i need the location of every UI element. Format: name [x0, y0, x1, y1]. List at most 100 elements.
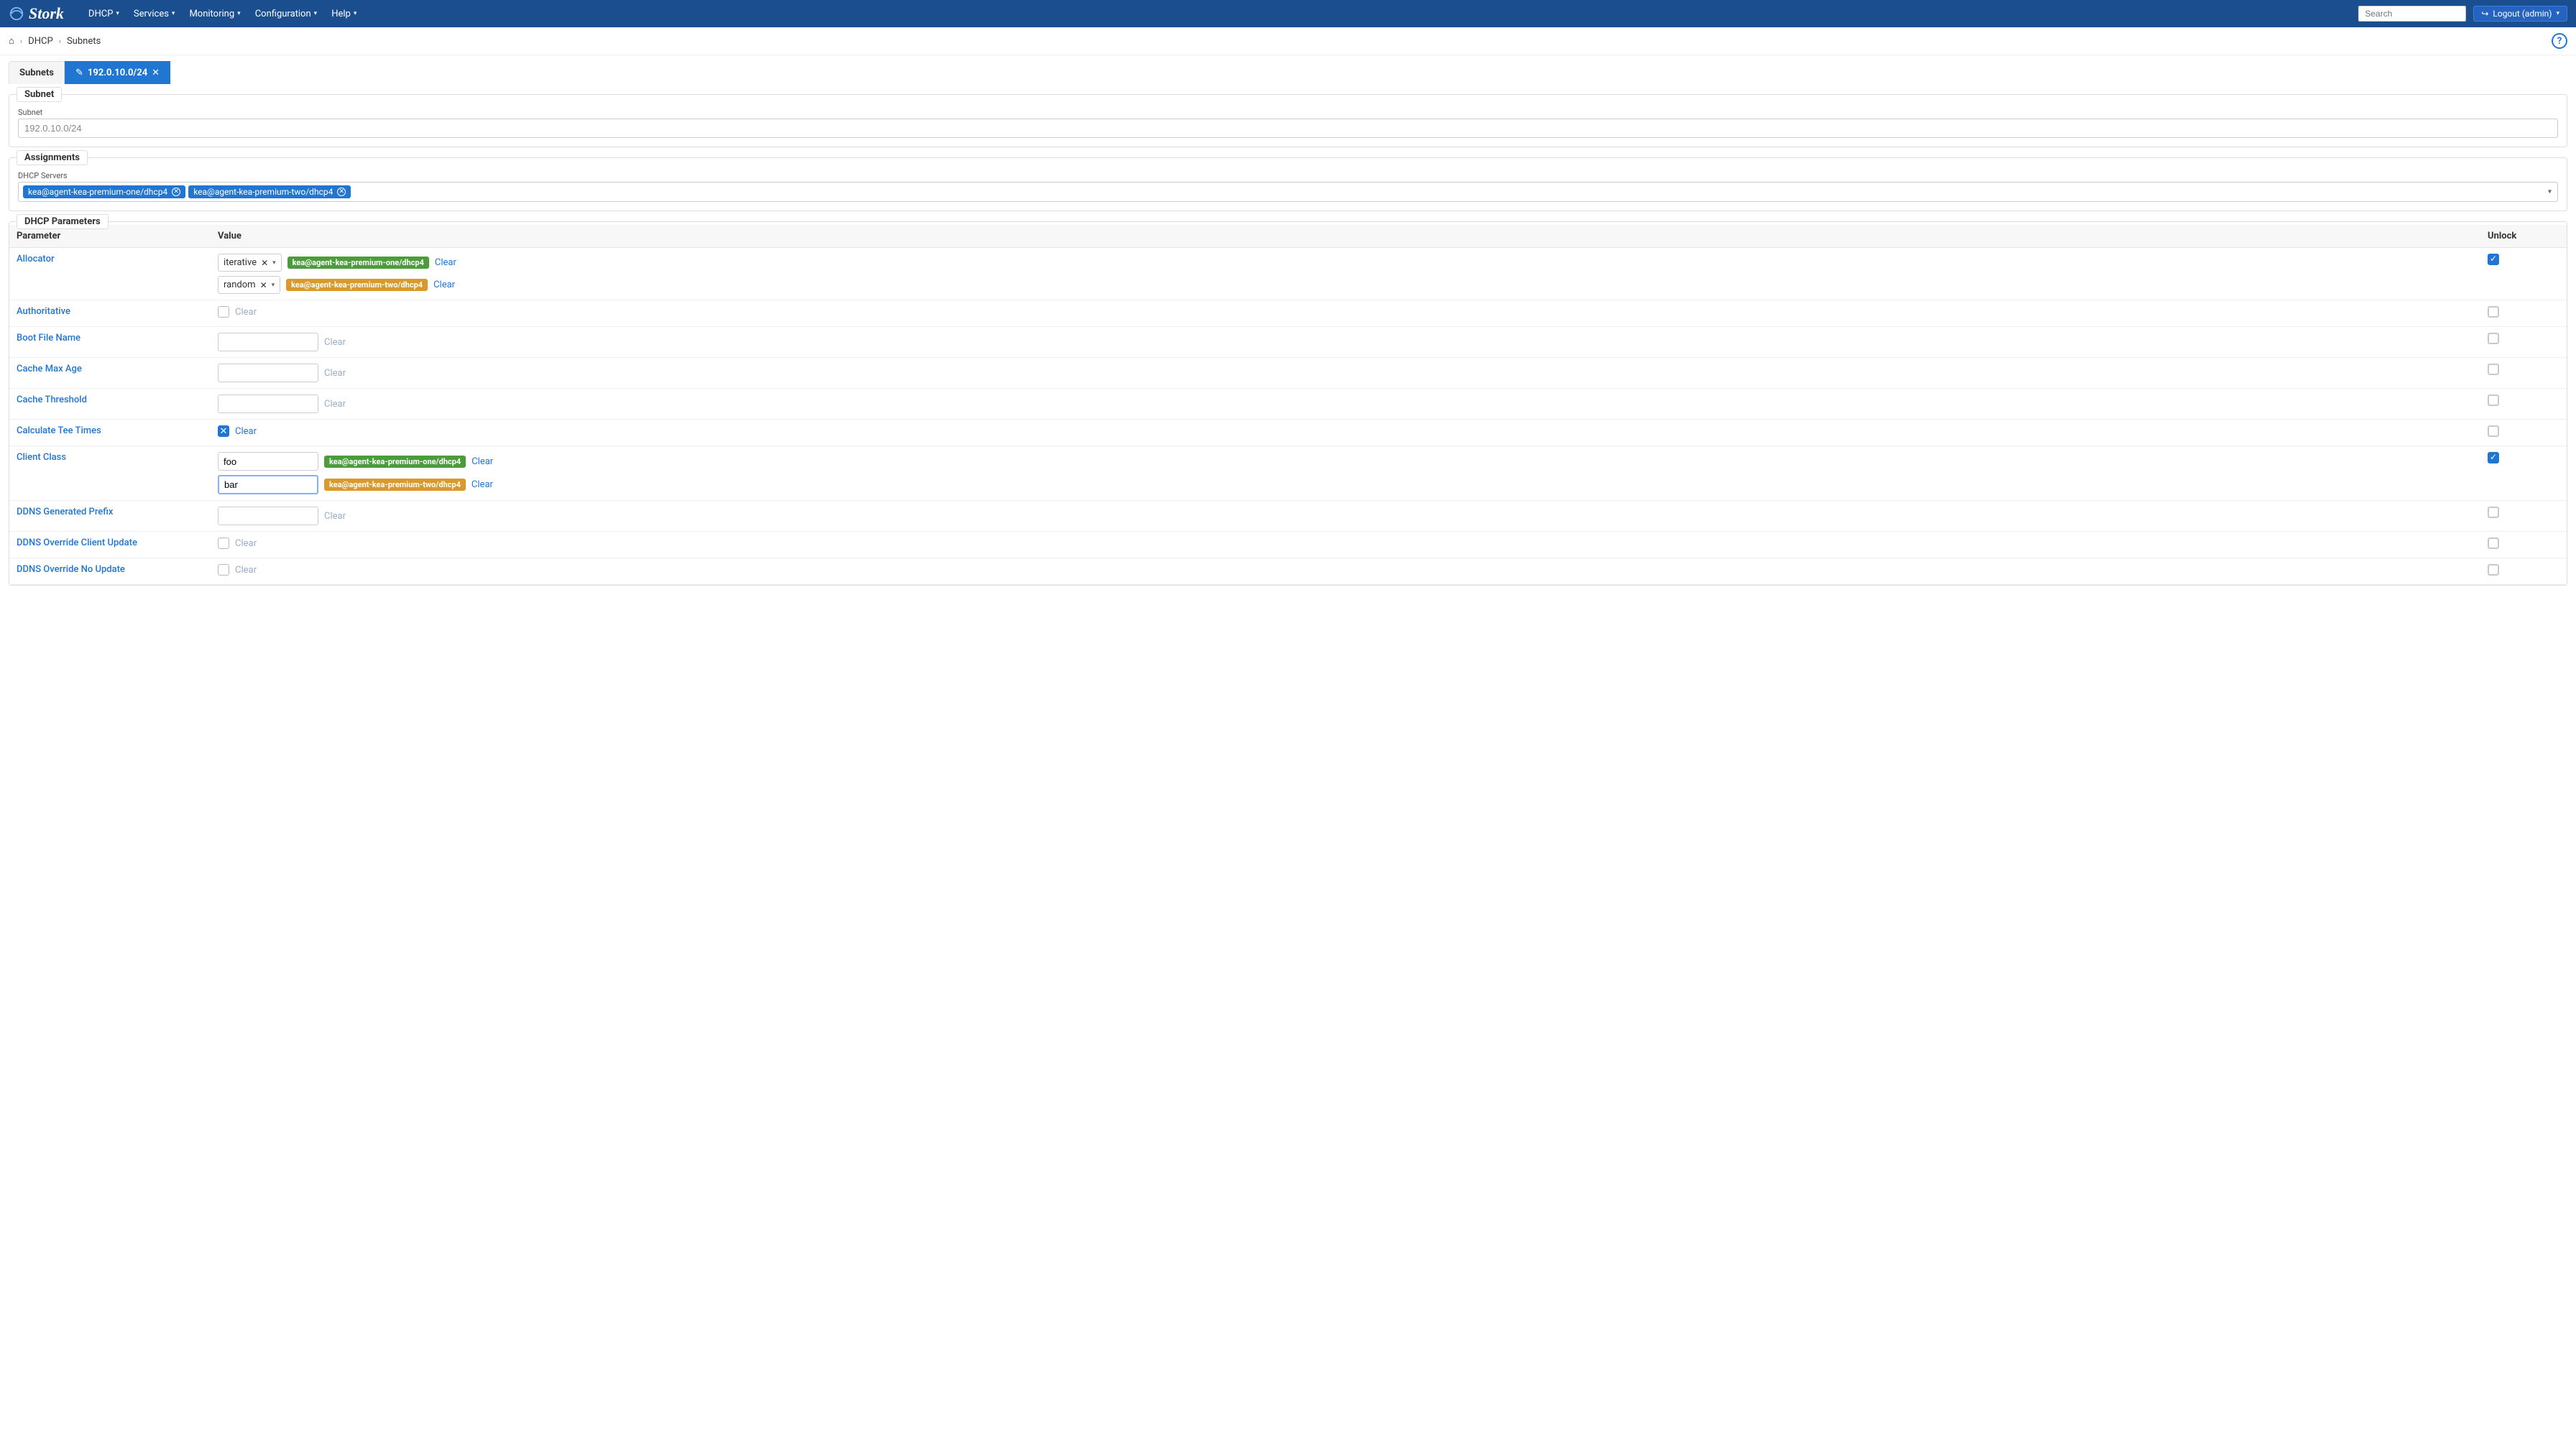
- row-cache-max-age: Cache Max Age Clear: [9, 358, 2567, 389]
- unlock-checkbox[interactable]: [2488, 394, 2499, 406]
- clear-link[interactable]: Clear: [235, 426, 257, 437]
- top-navbar: Stork DHCP▾ Services▾ Monitoring▾ Config…: [0, 0, 2576, 27]
- param-authoritative[interactable]: Authoritative: [9, 300, 211, 327]
- chevron-down-icon: ▾: [116, 10, 119, 17]
- unlock-checkbox[interactable]: [2488, 537, 2499, 549]
- param-ddns-generated-prefix[interactable]: DDNS Generated Prefix: [9, 501, 211, 532]
- chevron-down-icon: ▾: [172, 10, 175, 17]
- clear-link[interactable]: Clear: [324, 337, 346, 348]
- ddns-generated-prefix-input[interactable]: [218, 507, 318, 525]
- tab-subnet-edit[interactable]: ✎ 192.0.10.0/24 ✕: [65, 61, 170, 84]
- clear-link[interactable]: Clear: [235, 565, 257, 576]
- search-input[interactable]: [2358, 6, 2466, 22]
- panel-dhcp-parameters: DHCP Parameters Parameter Value Unlock A…: [9, 221, 2567, 586]
- subnet-input[interactable]: [18, 119, 2558, 138]
- help-icon[interactable]: ?: [2552, 33, 2567, 49]
- breadcrumb: ⌂ › DHCP › Subnets: [9, 35, 101, 47]
- chip-remove-icon[interactable]: ✕: [172, 188, 180, 196]
- clear-link[interactable]: Clear: [433, 280, 455, 290]
- home-icon[interactable]: ⌂: [9, 35, 14, 47]
- row-allocator: Allocator iterative✕▾ kea@agent-kea-prem…: [9, 248, 2567, 300]
- server-badge-two: kea@agent-kea-premium-two/dhcp4: [324, 479, 466, 491]
- allocator-select-2[interactable]: random✕▾: [218, 276, 280, 294]
- dhcp-servers-multiselect[interactable]: kea@agent-kea-premium-one/dhcp4 ✕ kea@ag…: [18, 182, 2558, 202]
- unlock-checkbox[interactable]: [2488, 254, 2499, 265]
- ddns-override-no-update-checkbox[interactable]: [218, 564, 229, 576]
- row-boot-file-name: Boot File Name Clear: [9, 327, 2567, 358]
- dhcp-servers-label: DHCP Servers: [18, 171, 2558, 180]
- calc-tee-times-checkbox[interactable]: ✕: [218, 425, 229, 437]
- cache-max-age-input[interactable]: [218, 364, 318, 382]
- panel-assignments: Assignments DHCP Servers kea@agent-kea-p…: [9, 157, 2567, 211]
- param-boot-file-name[interactable]: Boot File Name: [9, 327, 211, 358]
- server-chip: kea@agent-kea-premium-two/dhcp4 ✕: [188, 185, 351, 198]
- clear-link[interactable]: Clear: [472, 479, 493, 490]
- clear-link[interactable]: Clear: [472, 456, 493, 467]
- nav-items: DHCP▾ Services▾ Monitoring▾ Configuratio…: [83, 6, 362, 22]
- clear-link[interactable]: Clear: [324, 511, 346, 522]
- boot-file-name-input[interactable]: [218, 333, 318, 351]
- close-icon[interactable]: ✕: [152, 68, 160, 78]
- chevron-down-icon: ▾: [314, 10, 318, 17]
- navbar-left: Stork DHCP▾ Services▾ Monitoring▾ Config…: [9, 4, 362, 23]
- clear-link[interactable]: Clear: [435, 257, 456, 268]
- server-badge-one: kea@agent-kea-premium-one/dhcp4: [288, 257, 429, 269]
- tabs: Subnets ✎ 192.0.10.0/24 ✕: [0, 55, 2576, 84]
- logout-button[interactable]: ↪ Logout (admin) ▾: [2473, 6, 2567, 22]
- col-unlock: Unlock: [2480, 225, 2567, 248]
- row-client-class: Client Class kea@agent-kea-premium-one/d…: [9, 446, 2567, 501]
- allocator-select-1[interactable]: iterative✕▾: [218, 254, 282, 272]
- params-table: Parameter Value Unlock Allocator iterati…: [9, 225, 2567, 585]
- stork-icon: [9, 6, 24, 22]
- row-calculate-tee-times: Calculate Tee Times ✕ Clear: [9, 420, 2567, 446]
- clear-link[interactable]: Clear: [235, 307, 257, 318]
- clear-x-icon[interactable]: ✕: [261, 258, 268, 268]
- nav-dhcp[interactable]: DHCP▾: [83, 6, 125, 22]
- chevron-down-icon: ▾: [2556, 10, 2559, 17]
- unlock-checkbox[interactable]: [2488, 364, 2499, 375]
- panel-subnet: Subnet Subnet: [9, 94, 2567, 147]
- nav-services[interactable]: Services▾: [128, 6, 181, 22]
- nav-help[interactable]: Help▾: [326, 6, 362, 22]
- tab-subnets[interactable]: Subnets: [9, 61, 65, 84]
- row-ddns-override-no-update: DDNS Override No Update Clear: [9, 558, 2567, 585]
- cache-threshold-input[interactable]: [218, 394, 318, 413]
- clear-link[interactable]: Clear: [235, 538, 257, 549]
- unlock-checkbox[interactable]: [2488, 425, 2499, 437]
- authoritative-checkbox[interactable]: [218, 306, 229, 318]
- param-calculate-tee-times[interactable]: Calculate Tee Times: [9, 420, 211, 446]
- chevron-right-icon: ›: [59, 37, 61, 46]
- unlock-checkbox[interactable]: [2488, 507, 2499, 518]
- app-logo[interactable]: Stork: [9, 4, 64, 23]
- server-badge-one: kea@agent-kea-premium-one/dhcp4: [324, 456, 466, 468]
- client-class-input-1[interactable]: [218, 452, 318, 471]
- chevron-right-icon: ›: [20, 37, 22, 46]
- unlock-checkbox[interactable]: [2488, 452, 2499, 463]
- unlock-checkbox[interactable]: [2488, 333, 2499, 344]
- panel-assignments-legend: Assignments: [17, 150, 88, 165]
- nav-monitoring[interactable]: Monitoring▾: [183, 6, 246, 22]
- clear-link[interactable]: Clear: [324, 399, 346, 410]
- clear-link[interactable]: Clear: [324, 368, 346, 379]
- row-authoritative: Authoritative Clear: [9, 300, 2567, 327]
- breadcrumb-subnets[interactable]: Subnets: [67, 36, 101, 47]
- param-cache-threshold[interactable]: Cache Threshold: [9, 389, 211, 420]
- col-value: Value: [211, 225, 2480, 248]
- row-ddns-generated-prefix: DDNS Generated Prefix Clear: [9, 501, 2567, 532]
- logout-icon: ↪: [2481, 9, 2488, 19]
- clear-x-icon[interactable]: ✕: [260, 280, 267, 290]
- chevron-down-icon[interactable]: ▾: [2548, 188, 2552, 196]
- chip-remove-icon[interactable]: ✕: [337, 188, 346, 196]
- server-chip: kea@agent-kea-premium-one/dhcp4 ✕: [23, 185, 185, 198]
- client-class-input-2[interactable]: [218, 475, 318, 494]
- unlock-checkbox[interactable]: [2488, 564, 2499, 576]
- param-cache-max-age[interactable]: Cache Max Age: [9, 358, 211, 389]
- nav-configuration[interactable]: Configuration▾: [249, 6, 323, 22]
- ddns-override-client-checkbox[interactable]: [218, 537, 229, 549]
- param-ddns-override-no-update[interactable]: DDNS Override No Update: [9, 558, 211, 585]
- unlock-checkbox[interactable]: [2488, 306, 2499, 318]
- param-allocator[interactable]: Allocator: [9, 248, 211, 300]
- breadcrumb-dhcp[interactable]: DHCP: [28, 36, 52, 47]
- param-ddns-override-client-update[interactable]: DDNS Override Client Update: [9, 532, 211, 558]
- param-client-class[interactable]: Client Class: [9, 446, 211, 501]
